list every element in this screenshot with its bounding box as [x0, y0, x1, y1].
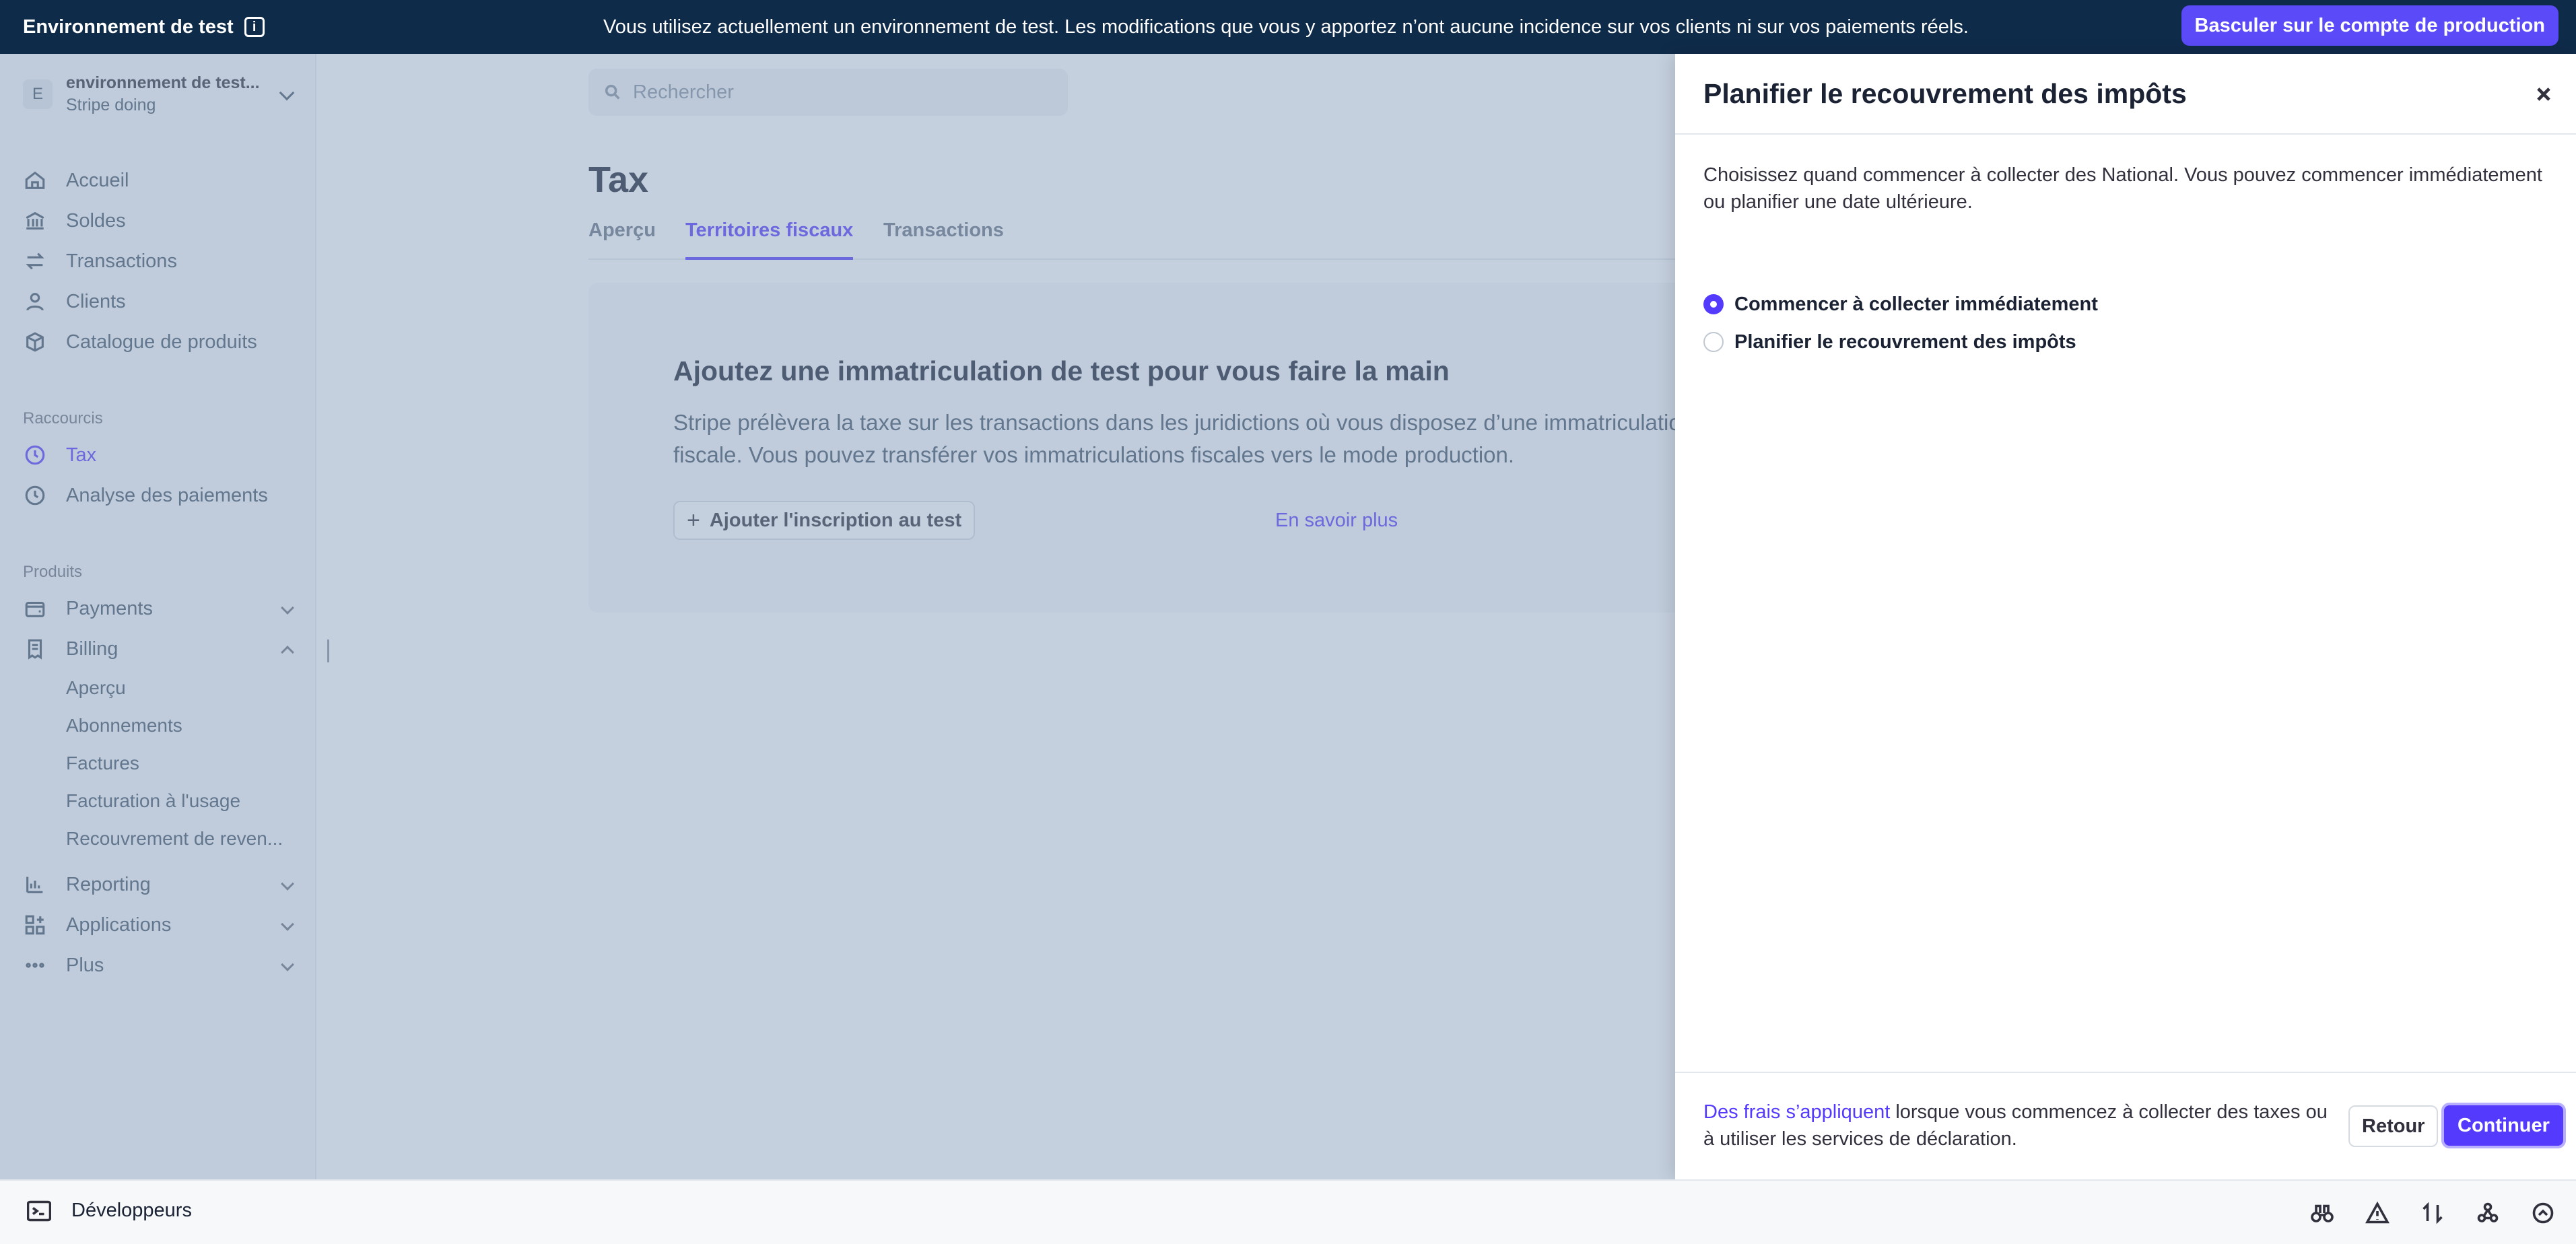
developers-label: Développeurs	[71, 1200, 192, 1221]
option-label: Commencer à collecter immédiatement	[1734, 293, 2098, 315]
close-button[interactable]	[2530, 81, 2557, 108]
switch-to-production-button[interactable]: Basculer sur le compte de production	[2181, 5, 2558, 46]
environment-name: Environnement de test	[23, 15, 234, 38]
chevron-up-circle-icon	[2532, 1202, 2554, 1224]
radio-unselected[interactable]	[1703, 332, 1724, 352]
back-button[interactable]: Retour	[2348, 1105, 2439, 1147]
developer-bar: Développeurs	[0, 1179, 2576, 1244]
developer-tools	[2309, 1196, 2556, 1231]
requests-tool[interactable]	[2420, 1196, 2445, 1231]
modal-backdrop[interactable]	[0, 54, 1675, 1179]
arrows-updown-icon	[2422, 1202, 2443, 1224]
inspect-tool[interactable]	[2309, 1196, 2335, 1231]
continue-button[interactable]: Continuer	[2441, 1103, 2566, 1148]
schedule-tax-collection-drawer: Planifier le recouvrement des impôts Cho…	[1675, 54, 2576, 1179]
developers-button[interactable]: Développeurs	[27, 1200, 192, 1222]
close-icon	[2537, 88, 2550, 101]
drawer-footer: Des frais s’appliquent lorsque vous comm…	[1675, 1072, 2576, 1179]
drawer-description: Choisissez quand commencer à collecter d…	[1703, 164, 2542, 213]
option-collect-now[interactable]: Commencer à collecter immédiatement	[1703, 291, 2098, 318]
webhook-icon	[2477, 1202, 2499, 1222]
option-schedule-collection[interactable]: Planifier le recouvrement des impôts	[1703, 329, 2076, 355]
banner-message: Vous utilisez actuellement un environnem…	[603, 15, 1969, 38]
webhooks-tool[interactable]	[2475, 1196, 2501, 1231]
info-icon[interactable]: i	[244, 17, 265, 37]
fees-notice: Des frais s’appliquent lorsque vous comm…	[1703, 1099, 2336, 1152]
test-environment-banner: Environnement de test i Vous utilisez ac…	[0, 0, 2576, 54]
option-label: Planifier le recouvrement des impôts	[1734, 331, 2076, 353]
drawer-title: Planifier le recouvrement des impôts	[1703, 78, 2187, 109]
fees-link[interactable]: Des frais s’appliquent	[1703, 1101, 1890, 1123]
binoculars-icon	[2311, 1204, 2334, 1222]
terminal-icon	[27, 1200, 51, 1221]
environment-label: Environnement de test i	[23, 16, 265, 38]
radio-selected[interactable]	[1703, 294, 1724, 314]
warning-icon	[2365, 1201, 2389, 1224]
drawer-header: Planifier le recouvrement des impôts	[1675, 54, 2576, 135]
expand-tool[interactable]	[2530, 1196, 2556, 1231]
errors-tool[interactable]	[2365, 1196, 2390, 1231]
